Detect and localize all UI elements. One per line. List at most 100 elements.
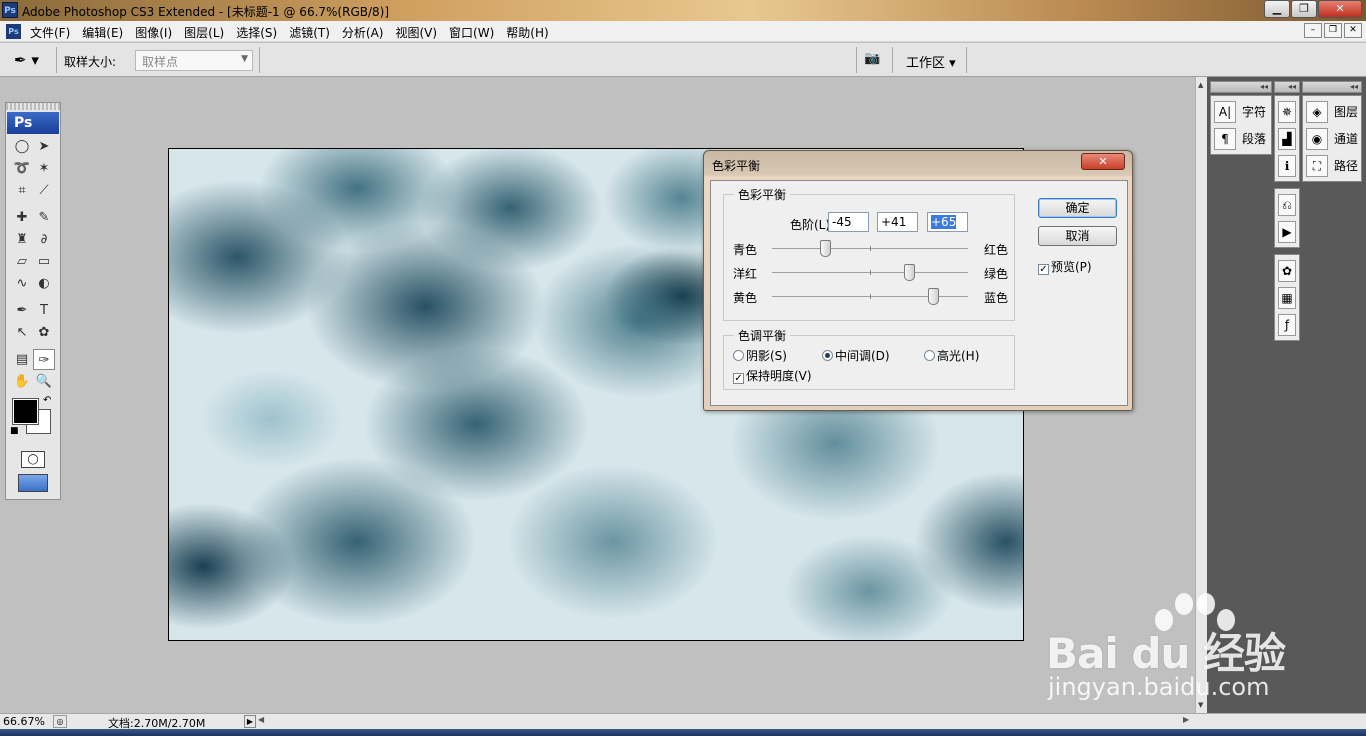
eyedropper-tool-icon[interactable]: ✑ <box>33 349 55 370</box>
styles-icon[interactable]: ƒ <box>1278 313 1296 336</box>
level-magenta-green-input[interactable]: +41 <box>877 212 918 232</box>
slice-tool-icon[interactable]: ⟋ <box>33 180 55 201</box>
gradient-tool-icon[interactable]: ▭ <box>33 251 55 272</box>
ok-button[interactable]: 确定 <box>1038 198 1117 218</box>
status-menu-arrow-icon[interactable]: ▶ <box>244 715 256 728</box>
history-brush-tool-icon[interactable]: ∂ <box>33 229 55 250</box>
slider-thumb[interactable] <box>904 264 916 281</box>
marquee-tool-icon[interactable]: ◯ <box>11 136 33 157</box>
pen-tool-icon[interactable]: ✒ <box>11 300 33 321</box>
eyedropper-icon[interactable]: ✒ ▾ <box>14 50 52 70</box>
menu-analysis[interactable]: 分析(A) <box>342 24 384 41</box>
notes-tool-icon[interactable]: ▤ <box>11 349 33 370</box>
panel-group: ✵ ▟ ℹ <box>1274 95 1300 182</box>
doc-close-button[interactable]: ✕ <box>1344 23 1362 38</box>
dodge-tool-icon[interactable]: ◐ <box>33 273 55 294</box>
panel-group: ✿ ▦ ƒ <box>1274 254 1300 341</box>
panel-paragraph[interactable]: ¶ 段落 <box>1214 125 1268 152</box>
maximize-button[interactable]: ❐ <box>1291 0 1317 18</box>
clone-stamp-tool-icon[interactable]: ♜ <box>11 229 33 250</box>
histogram-icon[interactable]: ▟ <box>1278 127 1296 150</box>
cancel-button[interactable]: 取消 <box>1038 226 1117 246</box>
panel-paths[interactable]: ⛶ 路径 <box>1306 152 1358 179</box>
foreground-color-swatch[interactable] <box>12 398 39 425</box>
dialog-close-button[interactable]: ✕ <box>1081 153 1125 170</box>
panel-grip[interactable]: ◂◂ <box>1210 81 1272 93</box>
workspace-menu[interactable]: 工作区 ▾ <box>906 52 956 71</box>
slider-row: 洋红 绿色 <box>724 261 1014 285</box>
doc-restore-button[interactable]: ❐ <box>1324 23 1342 38</box>
close-button[interactable]: ✕ <box>1318 0 1362 18</box>
menu-filter[interactable]: 滤镜(T) <box>289 24 330 41</box>
preview-checkbox[interactable]: ✓ 预览(P) <box>1038 258 1092 275</box>
toolbox-grip[interactable] <box>6 103 60 110</box>
path-selection-tool-icon[interactable]: ↖ <box>11 322 33 343</box>
radio-highlights[interactable]: 高光(H) <box>924 347 979 364</box>
navigator-icon[interactable]: ✵ <box>1278 100 1296 123</box>
toolbox-logo[interactable]: Ps <box>7 112 59 134</box>
level-value: +65 <box>931 215 957 229</box>
eraser-tool-icon[interactable]: ▱ <box>11 251 33 272</box>
scroll-up-icon[interactable]: ▲ <box>1198 81 1203 89</box>
screen-mode-icon[interactable] <box>18 474 48 492</box>
minimize-button[interactable]: ▁ <box>1264 0 1290 18</box>
toolbox: Ps ◯ ➤ ➰ ✶ ⌗ ⟋ ✚ ✎ ♜ ∂ ▱ ▭ ∿ ◐ ✒ T ↖ ✿ ▤ ✑ ✋ 🔍 ↶ ■ … <box>5 102 61 500</box>
swatches-icon[interactable]: ▦ <box>1278 286 1296 309</box>
group-legend: 色彩平衡 <box>734 186 791 203</box>
menu-view[interactable]: 视图(V) <box>395 24 437 41</box>
radio-shadows[interactable]: 阴影(S) <box>733 347 787 364</box>
zoom-tool-icon[interactable]: 🔍 <box>33 371 55 392</box>
hand-tool-icon[interactable]: ✋ <box>11 371 33 392</box>
panel-character[interactable]: A| 字符 <box>1214 98 1268 125</box>
document-icon[interactable]: Ps <box>6 24 21 39</box>
crop-tool-icon[interactable]: ⌗ <box>11 180 33 201</box>
slider-row: 黄色 蓝色 <box>724 285 1014 309</box>
panel-grip[interactable]: ◂◂ <box>1274 81 1300 93</box>
custom-shape-tool-icon[interactable]: ✿ <box>33 322 55 343</box>
healing-brush-tool-icon[interactable]: ✚ <box>11 207 33 228</box>
move-tool-icon[interactable]: ➤ <box>33 136 55 157</box>
magic-wand-tool-icon[interactable]: ✶ <box>33 158 55 179</box>
scroll-left-icon[interactable]: ◀ <box>258 715 264 724</box>
slider-thumb[interactable] <box>927 288 939 305</box>
status-info-icon[interactable]: ◎ <box>53 715 67 728</box>
lasso-tool-icon[interactable]: ➰ <box>11 158 33 179</box>
swap-colors-icon[interactable]: ↶ <box>43 395 51 406</box>
default-colors-icon[interactable]: ■ <box>10 426 19 436</box>
scroll-right-icon[interactable]: ▶ <box>1183 715 1189 724</box>
quick-mask-icon[interactable]: ◯ <box>21 451 45 468</box>
actions-icon[interactable]: ▶ <box>1278 220 1296 243</box>
menu-help[interactable]: 帮助(H) <box>506 24 548 41</box>
sample-size-select[interactable]: 取样点 ▼ <box>135 50 253 71</box>
menu-file[interactable]: 文件(F) <box>30 24 70 41</box>
doc-minimize-button[interactable]: – <box>1304 23 1322 38</box>
radio-label: 中间调(D) <box>835 349 890 363</box>
menu-image[interactable]: 图像(I) <box>135 24 172 41</box>
taskbar <box>0 729 1366 736</box>
menu-window[interactable]: 窗口(W) <box>449 24 494 41</box>
checkbox-label: 预览(P) <box>1051 260 1092 274</box>
info-icon[interactable]: ℹ <box>1278 154 1296 177</box>
bridge-icon[interactable]: 📷 <box>864 51 886 69</box>
brushes-icon[interactable]: ✿ <box>1278 259 1296 282</box>
radio-label: 高光(H) <box>937 349 980 363</box>
zoom-level[interactable]: 66.67% <box>3 715 45 728</box>
level-yellow-blue-input[interactable]: +65 <box>927 212 968 232</box>
panel-grip[interactable]: ◂◂ <box>1302 81 1362 93</box>
radio-midtones[interactable]: 中间调(D) <box>822 347 890 364</box>
panel-channels[interactable]: ◉ 通道 <box>1306 125 1358 152</box>
preserve-luminosity-checkbox[interactable]: ✓ 保持明度(V) <box>733 367 812 384</box>
slider-thumb[interactable] <box>819 240 831 257</box>
type-tool-icon[interactable]: T <box>33 300 55 321</box>
panel-layers[interactable]: ◈ 图层 <box>1306 98 1358 125</box>
menu-select[interactable]: 选择(S) <box>236 24 277 41</box>
panel-label: 段落 <box>1242 132 1267 146</box>
menu-edit[interactable]: 编辑(E) <box>82 24 123 41</box>
menu-layer[interactable]: 图层(L) <box>184 24 224 41</box>
history-icon[interactable]: ⎌ <box>1278 193 1296 216</box>
blur-tool-icon[interactable]: ∿ <box>11 273 33 294</box>
level-cyan-red-input[interactable]: -45 <box>828 212 869 232</box>
window-title: Adobe Photoshop CS3 Extended - [未标题-1 @ … <box>22 5 390 19</box>
brush-tool-icon[interactable]: ✎ <box>33 207 55 228</box>
checkbox-check-icon: ✓ <box>733 373 744 384</box>
